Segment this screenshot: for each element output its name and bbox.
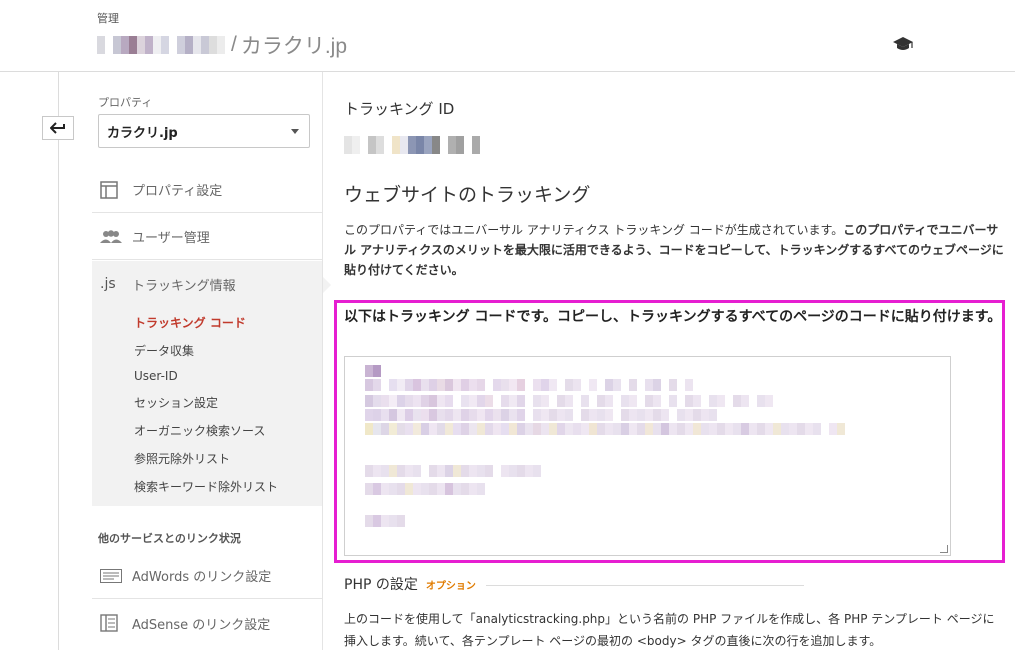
tracking-description: このプロパティではユニバーサル アナリティクス トラッキング コードが生成されて…	[344, 220, 1004, 280]
header: 管理 / カラクリ.jp	[0, 0, 1015, 72]
property-select[interactable]: カラクリ.jp	[98, 114, 310, 148]
website-tracking-heading: ウェブサイトのトラッキング	[344, 184, 591, 206]
graduation-cap-icon[interactable]	[892, 36, 914, 52]
property-label: プロパティ	[98, 96, 153, 109]
users-icon	[92, 229, 132, 244]
php-description: 上のコードを使用して「analyticstracking.php」という名前の …	[344, 612, 995, 648]
rail-line	[58, 72, 59, 650]
redacted-code-line	[365, 379, 693, 391]
back-arrow-icon	[50, 122, 65, 134]
sub-item-referral-exclusion-list[interactable]: 参照元除外リスト	[134, 450, 230, 467]
sidebar-item-label: AdSense のリンク設定	[132, 617, 271, 633]
tracking-code-textarea[interactable]	[344, 356, 951, 556]
sub-item-session-settings[interactable]: セッション設定	[134, 394, 218, 411]
php-option-badge: オプション	[425, 580, 476, 592]
site-name[interactable]: カラクリ.jp	[241, 30, 347, 60]
sidebar-item-label: AdWords のリンク設定	[132, 570, 272, 585]
sidebar-item-adwords-linking[interactable]: AdWords のリンク設定	[92, 553, 322, 599]
redacted-code-line	[365, 365, 381, 377]
redacted-account-name	[97, 36, 225, 54]
description-text: このプロパティではユニバーサル アナリティクス トラッキング コードが生成されて…	[344, 223, 844, 237]
sub-item-tracking-code[interactable]: トラッキング コード	[134, 314, 246, 331]
breadcrumb-separator: /	[231, 33, 237, 56]
redacted-tracking-id[interactable]	[344, 136, 480, 154]
redacted-code-line	[365, 483, 485, 495]
sidebar-item-tracking-info[interactable]: .js トラッキング情報	[92, 261, 322, 307]
property-select-value: カラクリ.jp	[107, 125, 178, 141]
redacted-code-line	[365, 423, 845, 435]
sidebar-item-adsense-linking[interactable]: AdSense のリンク設定	[92, 600, 322, 646]
sidebar-item-label: プロパティ設定	[132, 184, 223, 199]
tracking-info-group: .js トラッキング情報 トラッキング コード データ収集 User-ID セッ…	[92, 261, 322, 506]
header-section-label: 管理	[97, 12, 119, 25]
php-settings-title: PHP の設定	[344, 577, 418, 593]
adsense-icon	[92, 614, 132, 632]
chevron-down-icon	[291, 129, 299, 134]
js-icon: .js	[100, 276, 116, 292]
sub-item-data-collection[interactable]: データ収集	[134, 342, 194, 359]
sidebar-item-property-settings[interactable]: プロパティ設定	[92, 167, 322, 213]
redacted-code-line	[365, 409, 725, 421]
php-divider	[485, 584, 804, 586]
back-button[interactable]	[42, 116, 74, 140]
sidebar-item-label: ユーザー管理	[132, 231, 210, 246]
links-section-label: 他のサービスとのリンク状況	[98, 532, 241, 545]
tracking-id-label: トラッキング ID	[344, 100, 455, 118]
redacted-code-line	[365, 465, 541, 477]
main-content: トラッキング ID ウェブサイトのトラッキング このプロパティではユニバーサル …	[322, 72, 1015, 650]
sub-item-organic-search-sources[interactable]: オーガニック検索ソース	[134, 422, 265, 439]
textarea-resize-handle[interactable]	[940, 545, 948, 553]
redacted-code-line	[365, 395, 781, 407]
sidebar-item-label: トラッキング情報	[132, 278, 236, 294]
php-settings-header: PHP の設定 オプション	[344, 574, 804, 594]
sub-item-user-id[interactable]: User-ID	[134, 369, 178, 383]
window-icon	[92, 180, 132, 199]
account-breadcrumb[interactable]: / カラクリ.jp	[97, 30, 347, 60]
sidebar: プロパティ カラクリ.jp プロパティ設定 ユーザー管理 .js トラッキング情…	[92, 72, 322, 650]
adwords-icon	[92, 568, 132, 583]
tracking-code-title: 以下はトラッキング コードです。コピーし、トラッキングするすべてのページのコード…	[344, 309, 1002, 325]
sub-item-search-term-exclusion-list[interactable]: 検索キーワード除外リスト	[134, 478, 278, 495]
redacted-code-line	[365, 515, 405, 527]
sidebar-item-user-management[interactable]: ユーザー管理	[92, 214, 322, 260]
